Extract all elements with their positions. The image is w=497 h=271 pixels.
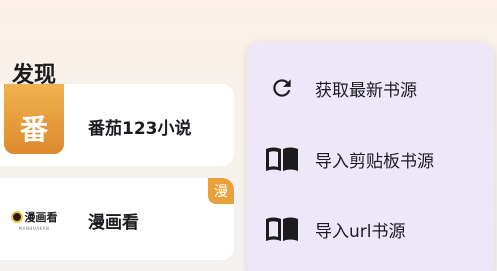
overflow-menu: 获取最新书源 导入剪贴板书源 导入url书源 [247, 42, 494, 271]
menu-item-import-url-source[interactable]: 导入url书源 [247, 199, 494, 259]
menu-item-label: 获取最新书源 [315, 80, 417, 101]
manhuakan-face-icon [10, 211, 23, 223]
menu-item-label: 导入url书源 [315, 221, 406, 242]
menu-item-fetch-latest-sources[interactable]: 获取最新书源 [247, 58, 494, 118]
source-card-manhuakan[interactable]: 漫画看 MANHUAKAN 漫画看 漫 [0, 178, 234, 260]
book-icon [265, 215, 299, 243]
manhuakan-logo: 漫画看 MANHUAKAN [4, 192, 64, 248]
source-name: 漫画看 [88, 213, 139, 233]
source-name: 番茄123小说 [88, 119, 192, 139]
fanqie-logo: 番 [4, 84, 64, 154]
menu-item-import-clipboard-source[interactable]: 导入剪贴板书源 [247, 129, 494, 189]
manhuakan-logo-text: 漫画看 [24, 211, 58, 224]
refresh-icon [265, 74, 299, 102]
source-type-badge: 漫 [208, 178, 234, 204]
manhuakan-logo-subtext: MANHUAKAN [18, 226, 50, 231]
menu-item-label: 导入剪贴板书源 [315, 151, 434, 172]
book-icon [265, 145, 299, 173]
source-card-fanqie[interactable]: 番 番茄123小说 [0, 84, 234, 166]
